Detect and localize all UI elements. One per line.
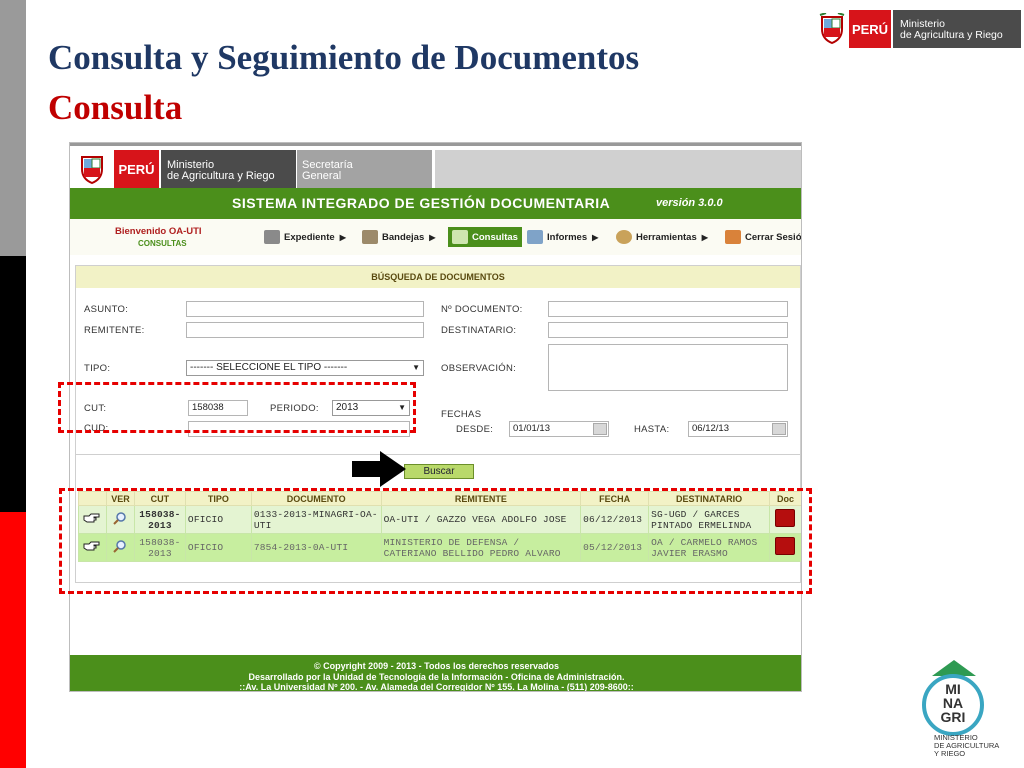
menu-bandejas-label: Bandejas [382, 231, 425, 243]
destinatario-field[interactable] [548, 322, 788, 338]
slide-red-bar [0, 512, 26, 768]
buscar-button[interactable]: Buscar [404, 464, 474, 479]
slide-subtitle: Consulta [48, 88, 183, 127]
hasta-label: HASTA: [634, 424, 670, 435]
destinatario-label: DESTINATARIO: [441, 325, 517, 336]
chevron-right-icon: ▶ [429, 232, 436, 242]
coat-of-arms-icon [815, 10, 849, 48]
minagri-caption: MINISTERIO DE AGRICULTURA Y RIEGO [934, 734, 999, 758]
slide-title: Consulta y Seguimiento de Documentos [48, 38, 640, 77]
remitente-field[interactable] [186, 322, 424, 338]
calendar-icon[interactable] [593, 423, 607, 435]
fechas-label: FECHAS [441, 409, 482, 420]
highlight-cut-box [58, 382, 416, 433]
observacion-field[interactable] [548, 344, 788, 391]
menu-expediente-label: Expediente [284, 231, 335, 243]
search-panel-title: BÚSQUEDA DE DOCUMENTOS [76, 266, 800, 288]
welcome-section: CONSULTAS [138, 239, 187, 248]
home-icon [725, 230, 741, 244]
menu-cerrar-sesion[interactable]: Cerrar Sesión [725, 227, 802, 247]
minagri-mark-line2: NA [942, 695, 964, 711]
calendar-icon[interactable] [772, 423, 786, 435]
asunto-label: ASUNTO: [84, 304, 129, 315]
asunto-field[interactable] [186, 301, 424, 317]
chevron-right-icon: ▶ [339, 232, 346, 242]
desde-label: DESDE: [456, 424, 494, 435]
gear-icon [616, 230, 632, 244]
app-peru-label: PERÚ [114, 150, 159, 188]
folder-icon [264, 230, 280, 244]
observacion-label: OBSERVACIÓN: [441, 363, 517, 374]
tipo-select[interactable]: ------- SELECCIONE EL TIPO ------- ▼ [186, 360, 424, 376]
slide-gray-bar [0, 0, 26, 256]
footer-address: ::Av. La Universidad Nº 200. - Av. Alame… [239, 682, 634, 692]
minagri-caption-line3: Y RIEGO [934, 749, 966, 758]
menu-expediente[interactable]: Expediente ▶ [264, 227, 346, 247]
app-secretaria-line2: General [302, 170, 342, 182]
system-bar: SISTEMA INTEGRADO DE GESTIÓN DOCUMENTARI… [70, 188, 801, 219]
menu-bandejas[interactable]: Bandejas ▶ [362, 227, 435, 247]
app-secretaria: Secretaría General [297, 150, 432, 188]
inbox-icon [362, 230, 378, 244]
hasta-date-value: 06/12/13 [692, 423, 729, 434]
app-ministry-line2: de Agricultura y Riego [167, 170, 275, 182]
dropdown-arrow-icon: ▼ [412, 363, 420, 372]
highlight-results-box [59, 488, 812, 594]
pointer-arrow-icon [352, 451, 406, 487]
coat-of-arms-icon [78, 153, 106, 185]
nro-documento-field[interactable] [548, 301, 788, 317]
minagri-mark-line3: GRI [940, 709, 966, 725]
chevron-right-icon: ▶ [592, 232, 599, 242]
header-filler [435, 150, 801, 188]
peru-label: PERÚ [849, 10, 891, 48]
app-ministry-name: Ministerio de Agricultura y Riego [159, 150, 296, 188]
footer-developer: Desarrollado por la Unidad de Tecnología… [248, 671, 625, 682]
system-version: versión 3.0.0 [656, 197, 723, 209]
system-title: SISTEMA INTEGRADO DE GESTIÓN DOCUMENTARI… [232, 195, 611, 211]
welcome-text: Bienvenido OA-UTI [115, 226, 202, 237]
menu-consultas[interactable]: Consultas [448, 227, 522, 247]
nav-bar: Bienvenido OA-UTI CONSULTAS Expediente ▶… [70, 219, 802, 255]
printer-icon [527, 230, 543, 244]
menu-herramientas[interactable]: Herramientas ▶ [616, 227, 708, 247]
remitente-label: REMITENTE: [84, 325, 145, 336]
menu-cerrar-sesion-label: Cerrar Sesión [745, 231, 802, 243]
minagri-logo: MI NA GRI MINISTERIO DE AGRICULTURA Y RI… [920, 660, 1020, 760]
tipo-select-value: ------- SELECCIONE EL TIPO ------- [190, 362, 348, 373]
ministry-name: Ministerio de Agricultura y Riego [891, 10, 1021, 48]
app-header: PERÚ Ministerio de Agricultura y Riego S… [70, 143, 801, 189]
ministry-logo: PERÚ Ministerio de Agricultura y Riego [815, 10, 1021, 48]
desde-date-value: 01/01/13 [513, 423, 550, 434]
search-docs-icon [452, 230, 468, 244]
menu-herramientas-label: Herramientas [636, 231, 697, 243]
menu-informes[interactable]: Informes ▶ [527, 227, 598, 247]
chevron-right-icon: ▶ [701, 232, 708, 242]
footer-copyright: © Copyright 2009 - 2013 - Todos los dere… [313, 661, 560, 671]
ministry-line2: de Agricultura y Riego [900, 29, 1003, 41]
nro-documento-label: Nº DOCUMENTO: [441, 304, 523, 315]
menu-informes-label: Informes [547, 231, 588, 243]
minagri-mark: MI NA GRI [934, 682, 972, 724]
app-footer: © Copyright 2009 - 2013 - Todos los dere… [70, 655, 801, 692]
menu-consultas-label: Consultas [472, 231, 518, 243]
slide-black-bar [0, 256, 26, 512]
desde-date-field[interactable]: 01/01/13 [509, 421, 609, 437]
minagri-mark-line1: MI [945, 681, 961, 697]
hasta-date-field[interactable]: 06/12/13 [688, 421, 788, 437]
tipo-label: TIPO: [84, 363, 111, 374]
